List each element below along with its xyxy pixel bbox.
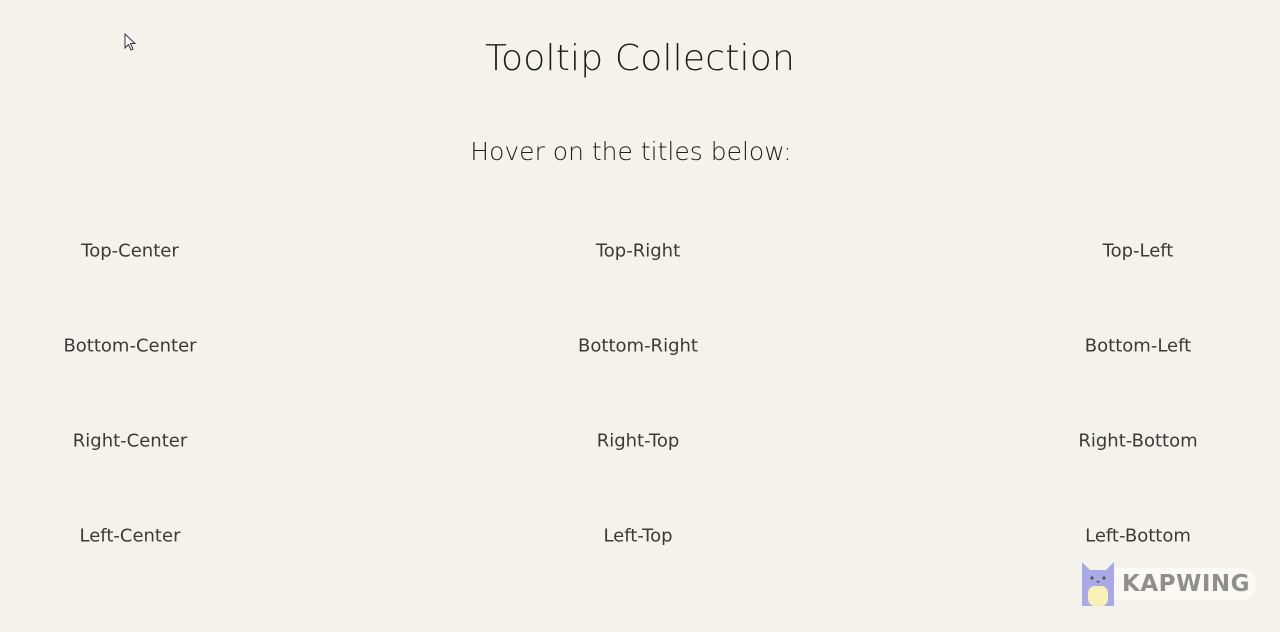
tooltip-trigger-left-bottom[interactable]: Left-Bottom (1085, 526, 1191, 547)
kapwing-watermark: KAPWING (1080, 560, 1258, 606)
tooltip-trigger-top-center[interactable]: Top-Center (81, 241, 178, 262)
tooltip-trigger-bottom-center[interactable]: Bottom-Center (63, 336, 196, 357)
page-subtitle: Hover on the titles below: (470, 137, 792, 166)
tooltip-trigger-bottom-left[interactable]: Bottom-Left (1085, 336, 1191, 357)
tooltip-trigger-top-left[interactable]: Top-Left (1103, 241, 1174, 262)
page-title: Tooltip Collection (484, 38, 795, 79)
page: Tooltip Collection Hover on the titles b… (0, 0, 1280, 632)
tooltip-trigger-right-top[interactable]: Right-Top (597, 431, 680, 452)
tooltip-trigger-top-right[interactable]: Top-Right (596, 241, 680, 262)
tooltip-trigger-right-center[interactable]: Right-Center (73, 431, 187, 452)
tooltip-trigger-right-bottom[interactable]: Right-Bottom (1078, 431, 1197, 452)
tooltip-trigger-left-top[interactable]: Left-Top (603, 526, 672, 547)
kapwing-cat-icon (1082, 562, 1114, 606)
watermark-text: KAPWING (1122, 571, 1251, 597)
tooltip-trigger-left-center[interactable]: Left-Center (80, 526, 181, 547)
tooltip-trigger-bottom-right[interactable]: Bottom-Right (578, 336, 698, 357)
